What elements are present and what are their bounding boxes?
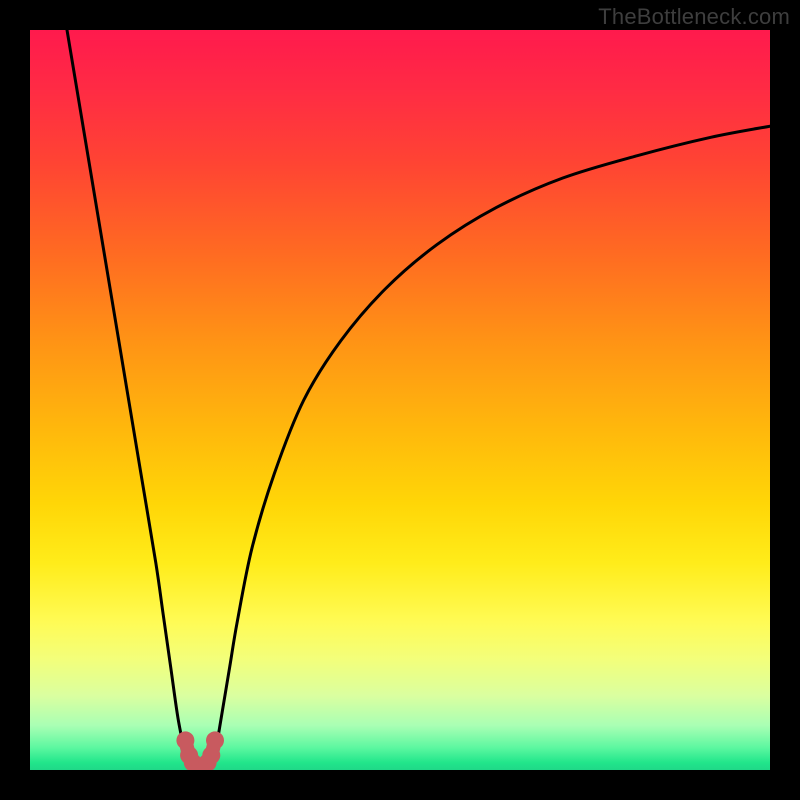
curve-left-branch bbox=[67, 30, 185, 755]
curve-layer bbox=[30, 30, 770, 770]
curve-right-branch bbox=[215, 126, 770, 755]
valley-marker-dots bbox=[176, 731, 224, 770]
chart-frame: TheBottleneck.com bbox=[0, 0, 800, 800]
valley-marker-dot bbox=[206, 731, 224, 749]
plot-area bbox=[30, 30, 770, 770]
attribution-label: TheBottleneck.com bbox=[598, 4, 790, 30]
